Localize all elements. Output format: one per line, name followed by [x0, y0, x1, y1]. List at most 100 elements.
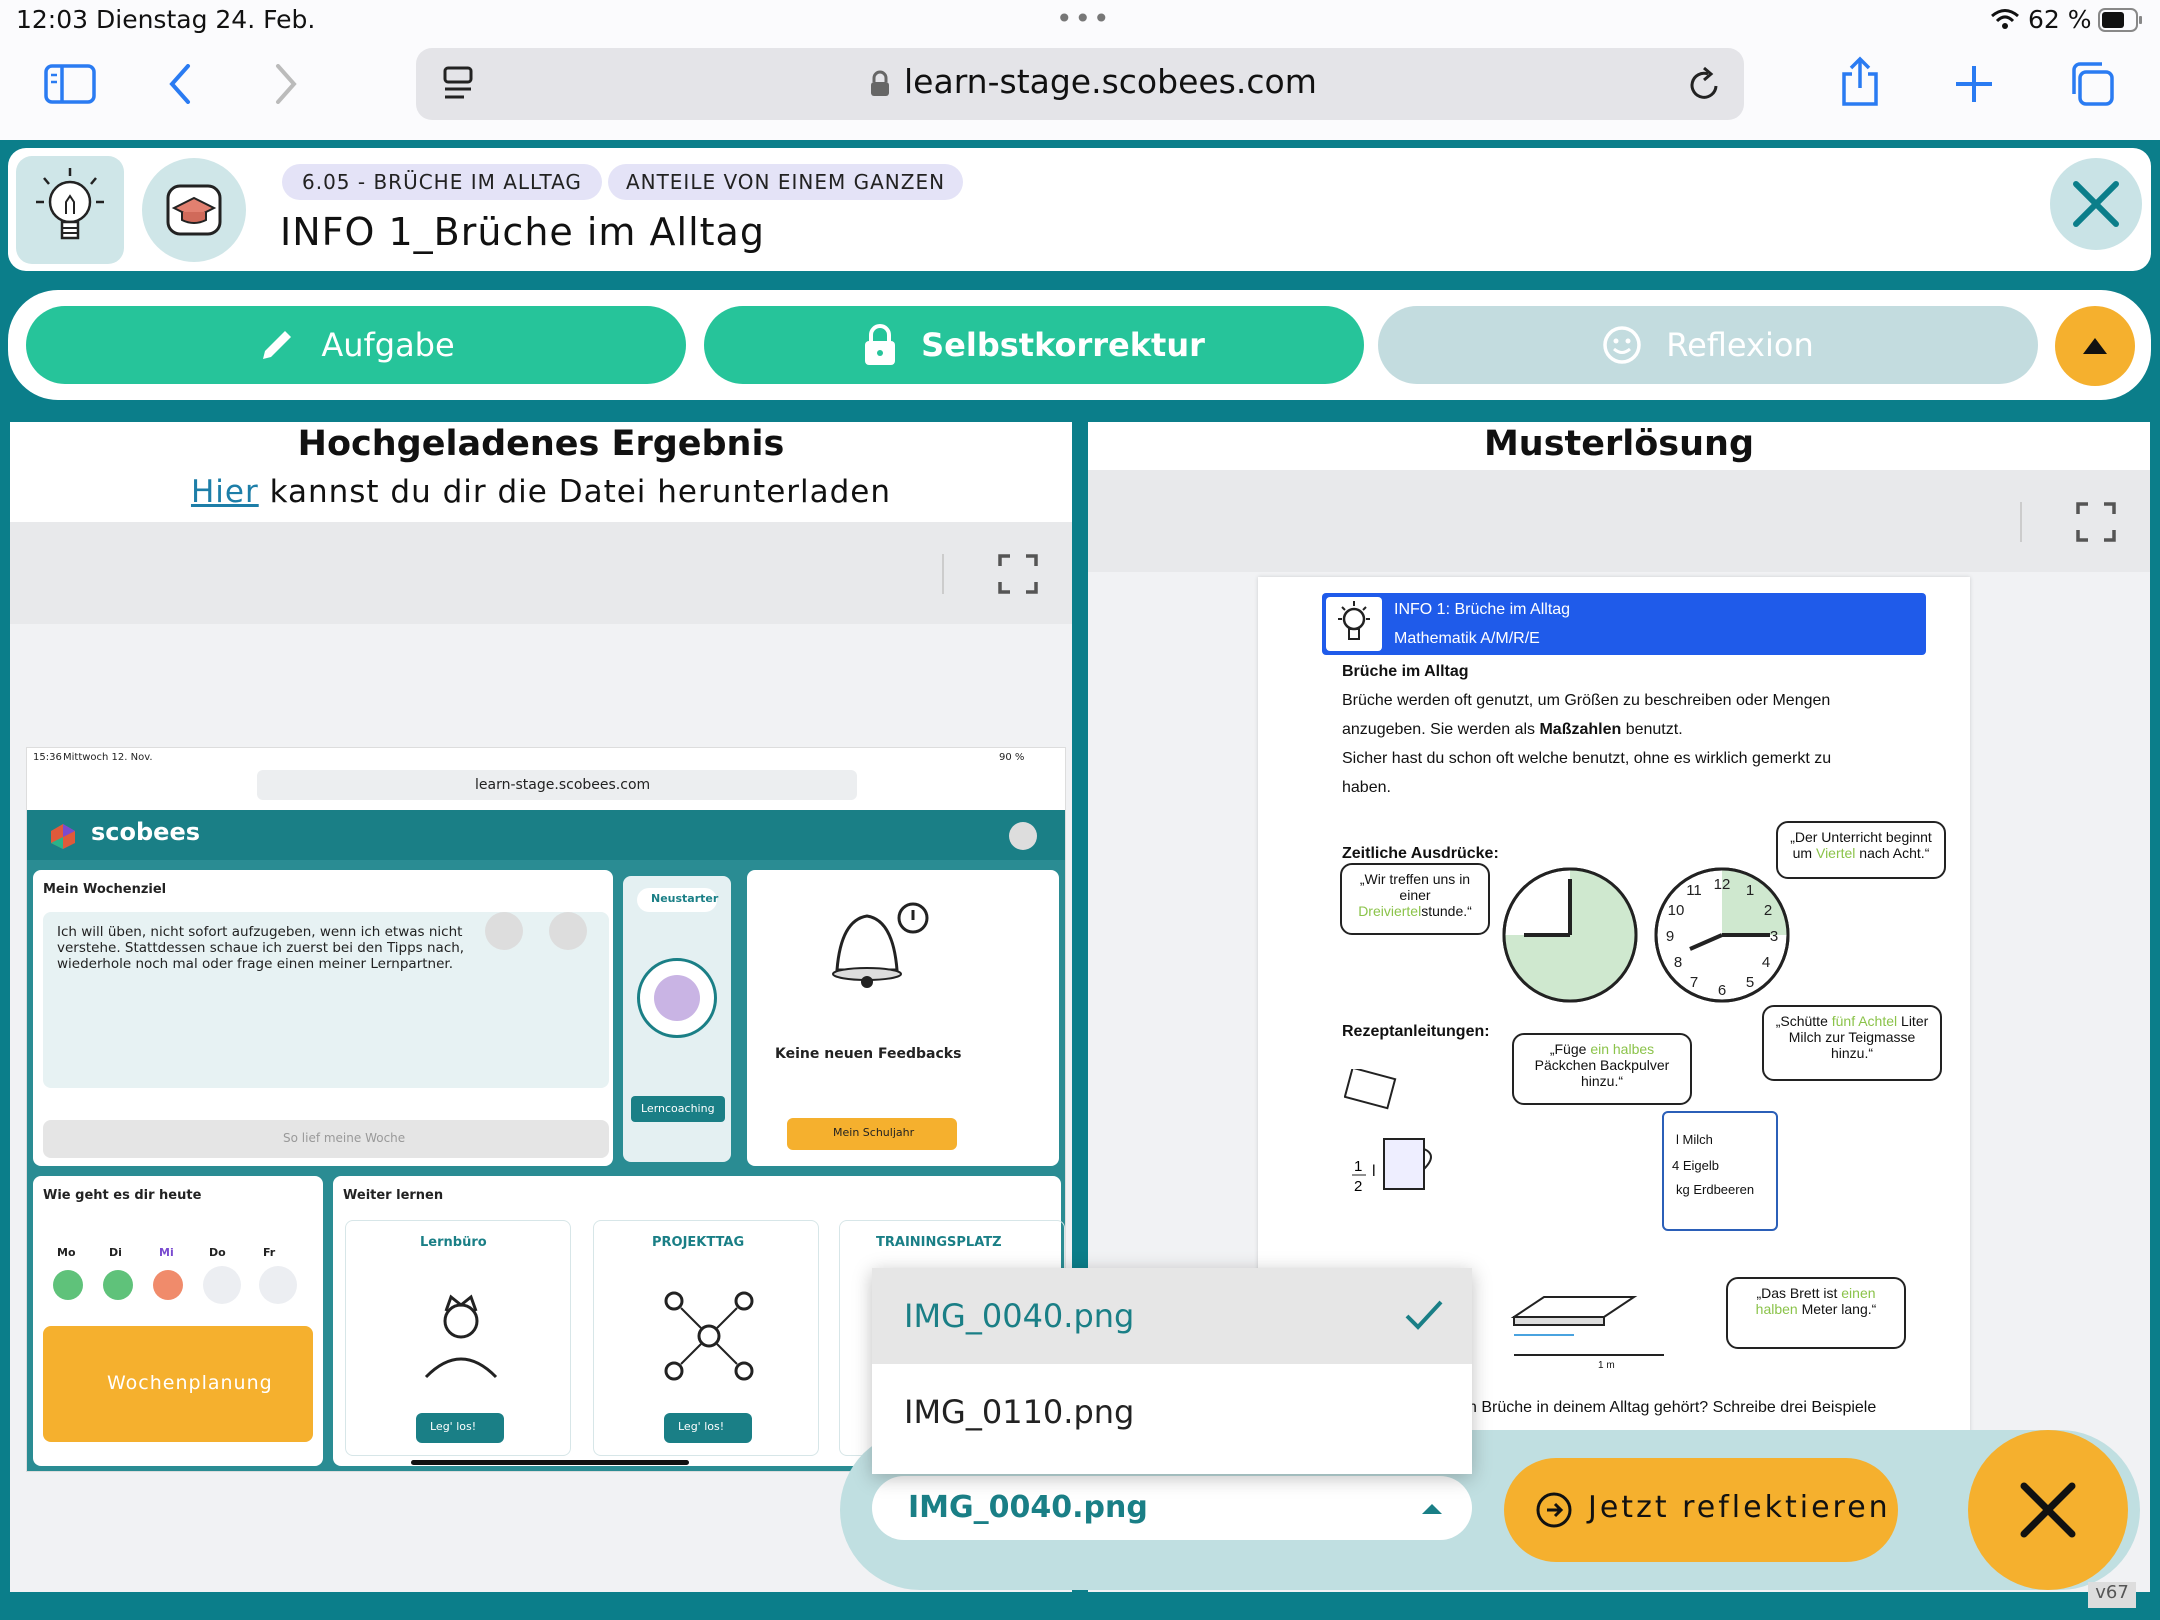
- sidebar-icon[interactable]: [44, 64, 96, 104]
- speech-bubble: „Das Brett ist einen halben Meter lang.“: [1726, 1277, 1906, 1349]
- version-label: v67: [2088, 1582, 2136, 1608]
- svg-text:11: 11: [1686, 882, 1702, 899]
- file-option[interactable]: IMG_0110.png: [872, 1364, 1472, 1460]
- svg-text:3: 3: [1770, 928, 1778, 945]
- file-option[interactable]: IMG_0040.png: [872, 1268, 1472, 1364]
- step-tabs: Aufgabe Selbstkorrektur Reflexion: [8, 290, 2151, 400]
- clock-icon: [1502, 867, 1638, 1003]
- speech-bubble: „Der Unterricht beginnt um Viertel nach …: [1776, 821, 1946, 879]
- fullscreen-icon[interactable]: [2076, 502, 2116, 542]
- doc-text: benutzt.: [1621, 721, 1683, 738]
- task-header: 6.05 - BRÜCHE IM ALLTAG ANTEILE VON EINE…: [8, 148, 2151, 271]
- svg-text:12: 12: [1714, 876, 1731, 893]
- svg-text:2: 2: [1764, 902, 1772, 919]
- shot-neustarter-card: Neustarter Lerncoaching: [623, 876, 731, 1162]
- reload-icon[interactable]: [1688, 66, 1722, 102]
- pencil-icon: [263, 331, 292, 359]
- checkmark-icon: [1405, 1300, 1443, 1330]
- shot-goal-text: Ich will üben, nicht sofort aufzugeben, …: [57, 924, 465, 972]
- battery-percent: 62 %: [2028, 5, 2092, 34]
- url-text[interactable]: learn-stage.scobees.com: [904, 62, 1317, 101]
- multitask-dots-icon[interactable]: •••: [1056, 2, 1112, 35]
- reflect-button[interactable]: Jetzt reflektieren: [1504, 1458, 1898, 1562]
- milk-jug-icon: 12: [1344, 1069, 1432, 1195]
- svg-text:9: 9: [1666, 928, 1674, 945]
- download-link[interactable]: Hier: [191, 474, 259, 510]
- svg-text:4: 4: [1762, 954, 1770, 971]
- shot-day: Di: [109, 1246, 122, 1259]
- shot-feedback: Keine neuen Feedbacks: [775, 1046, 962, 1062]
- shot-battery: 90 %: [999, 752, 1025, 763]
- shot-weiter: Weiter lernen: [343, 1188, 444, 1203]
- doc-unit: l: [1372, 1163, 1376, 1180]
- tab-aufgabe[interactable]: Aufgabe: [26, 306, 686, 384]
- share-icon[interactable]: [1840, 56, 1880, 106]
- reflect-label: Jetzt reflektieren: [1588, 1490, 1891, 1525]
- shot-date: Mittwoch 12. Nov.: [63, 752, 153, 763]
- svg-text:10: 10: [1668, 902, 1685, 919]
- thumbs-down-icon: [549, 912, 587, 950]
- shot-card-title: TRAININGSPLATZ: [876, 1235, 1002, 1250]
- caret-up-icon: [1422, 1504, 1442, 1514]
- uploaded-result-title: Hochgeladenes Ergebnis: [297, 424, 785, 464]
- shot-day: Mo: [57, 1246, 76, 1259]
- file-select[interactable]: IMG_0040.png: [872, 1476, 1472, 1540]
- file-option-label: IMG_0110.png: [904, 1393, 1135, 1431]
- download-hint: kannst du dir die Datei herunterladen: [258, 474, 892, 510]
- doc-paragraph: Sicher hast du schon oft welche benutzt,…: [1342, 750, 1832, 767]
- solution-viewer-toolbar: [1088, 470, 2150, 572]
- file-option-label: IMG_0040.png: [904, 1297, 1135, 1335]
- battery-icon: [2098, 8, 2142, 32]
- tab-reflexion[interactable]: Reflexion: [1378, 306, 2038, 384]
- doc-subheading: Rezeptanleitungen:: [1342, 1023, 1490, 1040]
- doc-banner: INFO 1: Brüche im Alltag Mathematik A/M/…: [1322, 593, 1926, 655]
- close-bar-button[interactable]: [1968, 1430, 2128, 1590]
- svg-text:6: 6: [1718, 982, 1726, 999]
- shot-wie-geht: Wie geht es dir heute: [43, 1188, 202, 1203]
- lock-icon: [871, 70, 889, 96]
- new-tab-icon[interactable]: [1954, 64, 1994, 104]
- collapse-button[interactable]: [2055, 306, 2135, 386]
- mood-empty-icon: [259, 1266, 297, 1304]
- tab-reflexion-label: Reflexion: [1666, 326, 1814, 364]
- doc-banner-subject: Mathematik A/M/R/E: [1394, 630, 1540, 647]
- shot-neustarter: Neustarter: [651, 892, 719, 905]
- lock-icon: [865, 324, 896, 365]
- forward-icon[interactable]: [274, 64, 298, 104]
- menu-icon: [1009, 822, 1037, 850]
- fullscreen-icon[interactable]: [998, 554, 1038, 594]
- browser-toolbar: 12:03 Dienstag 24. Feb. ••• 62 % learn-s…: [0, 0, 2160, 140]
- shot-wochenziel-title: Mein Wochenziel: [43, 882, 167, 897]
- shot-woche-label: So lief meine Woche: [283, 1131, 406, 1145]
- page-title: INFO 1_Brüche im Alltag: [280, 210, 765, 254]
- shot-los: Leg' los!: [678, 1420, 725, 1433]
- tab-selbstkorrektur[interactable]: Selbstkorrektur: [704, 306, 1364, 384]
- mood-empty-icon: [203, 1266, 241, 1304]
- status-time: 12:03: [16, 5, 89, 34]
- speech-bubble: „Wir treffen uns in einer Dreiviertelstu…: [1340, 863, 1490, 935]
- shot-brand: scobees: [91, 818, 201, 846]
- arrow-circle-icon: [1536, 1492, 1572, 1528]
- shot-card-title: PROJEKTTAG: [652, 1235, 745, 1250]
- sample-solution-title: Musterlösung: [1483, 424, 1755, 464]
- doc-task: n Brüche in deinem Alltag gehört? Schrei…: [1468, 1399, 1877, 1416]
- file-select-value: IMG_0040.png: [908, 1490, 1148, 1525]
- shot-wochenplanung: Wochenplanung: [43, 1326, 313, 1442]
- subtopic-tag: ANTEILE VON EINEM GANZEN: [607, 164, 964, 200]
- tab-selbstkorrektur-label: Selbstkorrektur: [921, 326, 1205, 364]
- viewer-toolbar: [10, 522, 1072, 624]
- tabs-overview-icon[interactable]: [2068, 60, 2116, 108]
- address-bar[interactable]: learn-stage.scobees.com: [416, 48, 1744, 120]
- clock-icon: 12 12 345 6 789 1011: [1654, 867, 1790, 1003]
- back-icon[interactable]: [168, 64, 192, 104]
- close-icon: [2073, 181, 2119, 227]
- close-task-button[interactable]: [2050, 158, 2142, 250]
- shot-goal-box: Ich will üben, nicht sofort aufzugeben, …: [43, 912, 609, 1088]
- shot-day: Mi: [159, 1246, 174, 1259]
- doc-text-bold: Maßzahlen: [1539, 721, 1622, 738]
- shot-woche-button: So lief meine Woche: [43, 1120, 609, 1158]
- svg-text:7: 7: [1690, 974, 1698, 991]
- shot-address-bar: learn-stage.scobees.com: [257, 770, 857, 800]
- speech-bubble: „Füge ein halbes Päckchen Backpulver hin…: [1512, 1033, 1692, 1105]
- reader-icon[interactable]: [442, 66, 476, 102]
